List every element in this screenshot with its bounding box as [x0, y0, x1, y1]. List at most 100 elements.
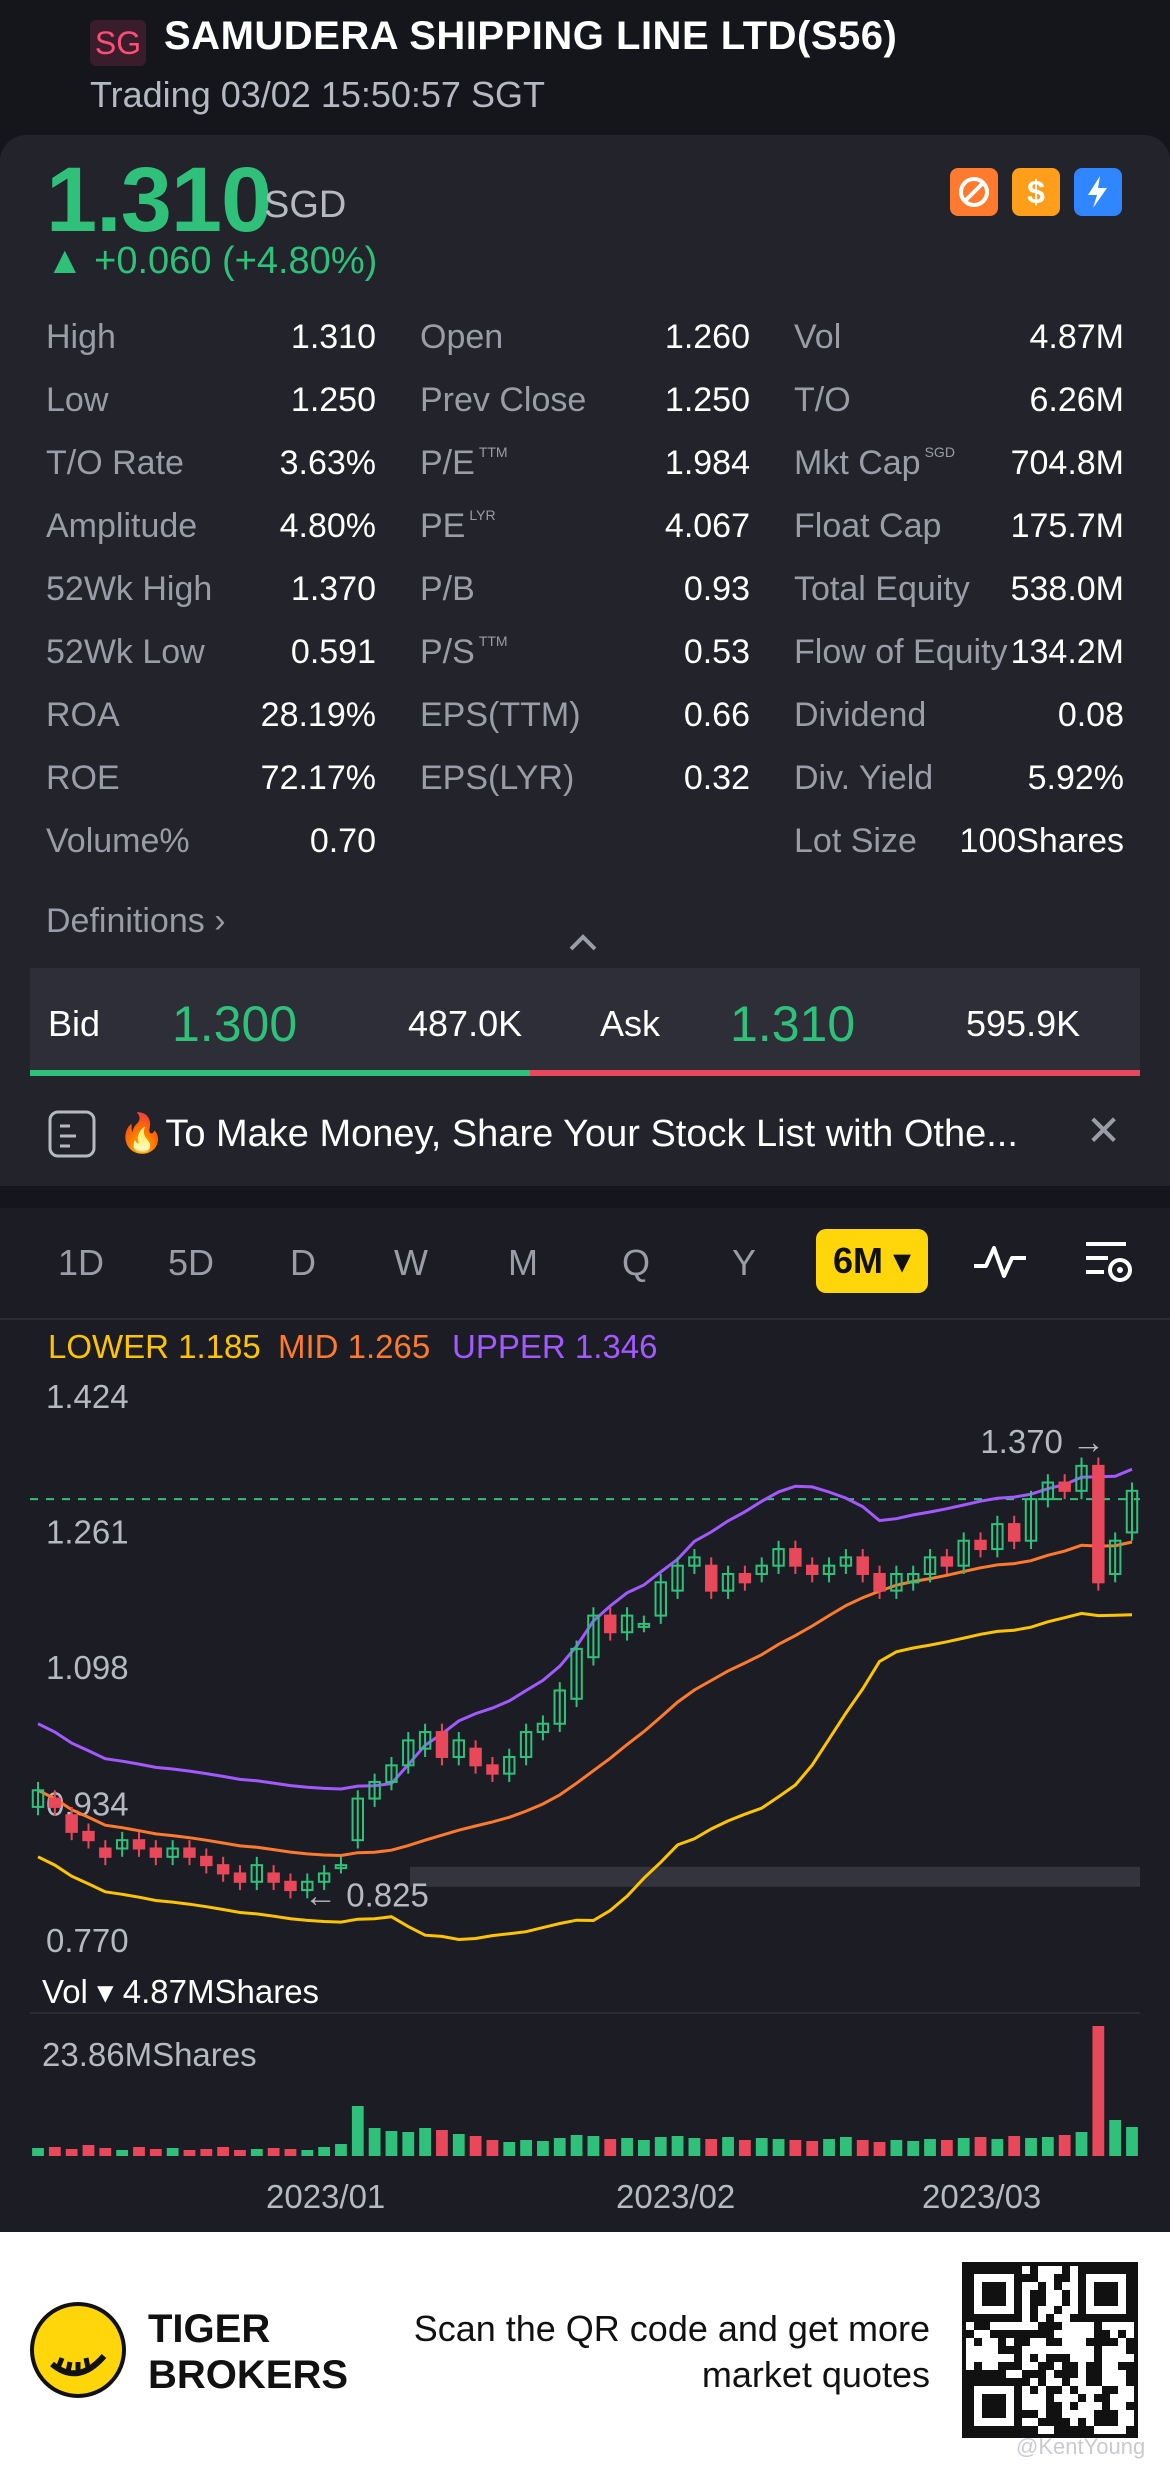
candle-body [216, 1864, 230, 1875]
volume-bar [32, 2148, 44, 2156]
stat-superscript: TTM [478, 444, 508, 460]
promo-text[interactable]: 🔥To Make Money, Share Your Stock List wi… [118, 1112, 1018, 1156]
x-label-feb: 2023/02 [616, 2178, 736, 2215]
volume-label[interactable]: Vol ▾ 4.87MShares [42, 1972, 319, 2011]
ask-price: 1.310 [730, 996, 856, 1052]
chart-settings-icon[interactable] [1082, 1238, 1134, 1286]
bid-label: Bid [48, 1003, 101, 1044]
volume-bar [856, 2140, 869, 2156]
volume-bar [654, 2137, 667, 2156]
volume-bar [200, 2149, 213, 2156]
stat-value: 6.26M [1029, 381, 1125, 419]
stat-value: 0.53 [683, 633, 750, 671]
stat-value: 72.17% [260, 759, 376, 797]
stat-value: 4.80% [279, 507, 376, 545]
stat-value: 0.591 [290, 633, 376, 671]
bid-volume: 487.0K [408, 1003, 523, 1044]
trading-status: Trading 03/02 15:50:57 SGT [90, 74, 545, 115]
candle-body [200, 1855, 213, 1867]
bb-mid-line [37, 1540, 1133, 1858]
stat-value: 4.067 [664, 507, 750, 545]
close-icon[interactable]: ✕ [1086, 1106, 1121, 1155]
volume-bar [385, 2131, 398, 2156]
volume-bar [149, 2149, 162, 2156]
stat-value: 1.260 [664, 318, 750, 356]
document-icon [48, 1110, 96, 1158]
tab-d[interactable]: D [290, 1242, 316, 1284]
tiger-logo-icon [30, 2302, 126, 2398]
tab-6m[interactable]: 6M ▾ [816, 1229, 928, 1293]
volume-bar [755, 2138, 768, 2156]
volume-bar [217, 2147, 230, 2156]
stat-value: 3.63% [279, 444, 376, 482]
tab-q[interactable]: Q [622, 1242, 650, 1284]
candle-body [149, 1847, 163, 1858]
volume-bar [99, 2148, 112, 2156]
brand-name: TIGER BROKERS [148, 2307, 349, 2397]
candlestick-chart[interactable]: 1.4241.2611.0980.9340.7701.370 →← 0.825 [0, 1360, 1170, 1980]
stat-value: 1.370 [290, 570, 376, 608]
y-tick-label: 1.098 [46, 1649, 129, 1686]
stat-value: 0.66 [683, 696, 750, 734]
x-label-jan: 2023/01 [266, 2178, 386, 2215]
tab-m[interactable]: M [508, 1242, 538, 1284]
stock-title: SAMUDERA SHIPPING LINE LTD(S56) [164, 14, 898, 58]
candle-body [805, 1564, 819, 1576]
candle-body [873, 1573, 886, 1592]
volume-bar [621, 2138, 633, 2156]
tab-1d[interactable]: 1D [58, 1242, 104, 1284]
qr-code[interactable] [962, 2262, 1138, 2438]
bb-upper-line [37, 1467, 1133, 1791]
dollar-icon[interactable]: $ [1012, 168, 1060, 216]
stat-value: 1.250 [664, 381, 750, 419]
stat-label: Open [420, 318, 504, 356]
candle-body [82, 1830, 95, 1842]
indicator-icon[interactable] [972, 1240, 1028, 1284]
volume-bar [823, 2139, 835, 2156]
price-change: ▲ +0.060 (+4.80%) [46, 240, 378, 282]
volume-bar [419, 2128, 431, 2156]
stat-superscript: LYR [469, 507, 496, 523]
volume-bar [974, 2137, 987, 2156]
lightning-icon[interactable] [1074, 168, 1122, 216]
volume-bar [772, 2139, 785, 2156]
stat-value: 0.70 [309, 822, 376, 860]
stat-label: P/S TTM [420, 633, 508, 671]
candle-body [705, 1564, 718, 1592]
candle-body [99, 1847, 112, 1858]
stat-value: 175.7M [1010, 507, 1124, 545]
volume-bar [1058, 2135, 1071, 2156]
tab-w[interactable]: W [394, 1242, 428, 1284]
candle-body [435, 1731, 449, 1759]
stat-label: Lot Size [794, 822, 917, 860]
volume-bar [503, 2142, 516, 2156]
volume-bar [604, 2139, 617, 2156]
stat-value: 0.08 [1057, 696, 1124, 734]
volume-bar [907, 2141, 920, 2156]
volume-bar [638, 2140, 650, 2156]
support-band [410, 1866, 1140, 1887]
stat-value: 0.32 [683, 759, 750, 797]
definitions-link[interactable]: Definitions › [46, 902, 226, 941]
volume-bar [452, 2134, 465, 2156]
volume-bar [1075, 2132, 1088, 2156]
stat-label: P/E TTM [420, 444, 508, 482]
volume-bar [873, 2142, 886, 2156]
no-margin-icon[interactable] [950, 168, 998, 216]
tab-y[interactable]: Y [732, 1242, 756, 1284]
volume-bar [436, 2130, 448, 2156]
candle-body [132, 1839, 146, 1850]
tab-5d[interactable]: 5D [168, 1242, 214, 1284]
stat-value: 100Shares [959, 822, 1124, 860]
candle-body [940, 1556, 954, 1567]
y-tick-label: 1.424 [46, 1378, 129, 1415]
volume-bar [671, 2136, 684, 2156]
volume-bar [570, 2135, 583, 2156]
volume-bar [789, 2140, 802, 2156]
volume-bar [486, 2140, 499, 2156]
volume-bar [1008, 2136, 1021, 2156]
ask-volume: 595.9K [966, 1003, 1081, 1044]
volume-bar [301, 2150, 314, 2156]
y-tick-label: 0.770 [46, 1922, 129, 1959]
collapse-chevron-icon[interactable] [568, 932, 598, 952]
